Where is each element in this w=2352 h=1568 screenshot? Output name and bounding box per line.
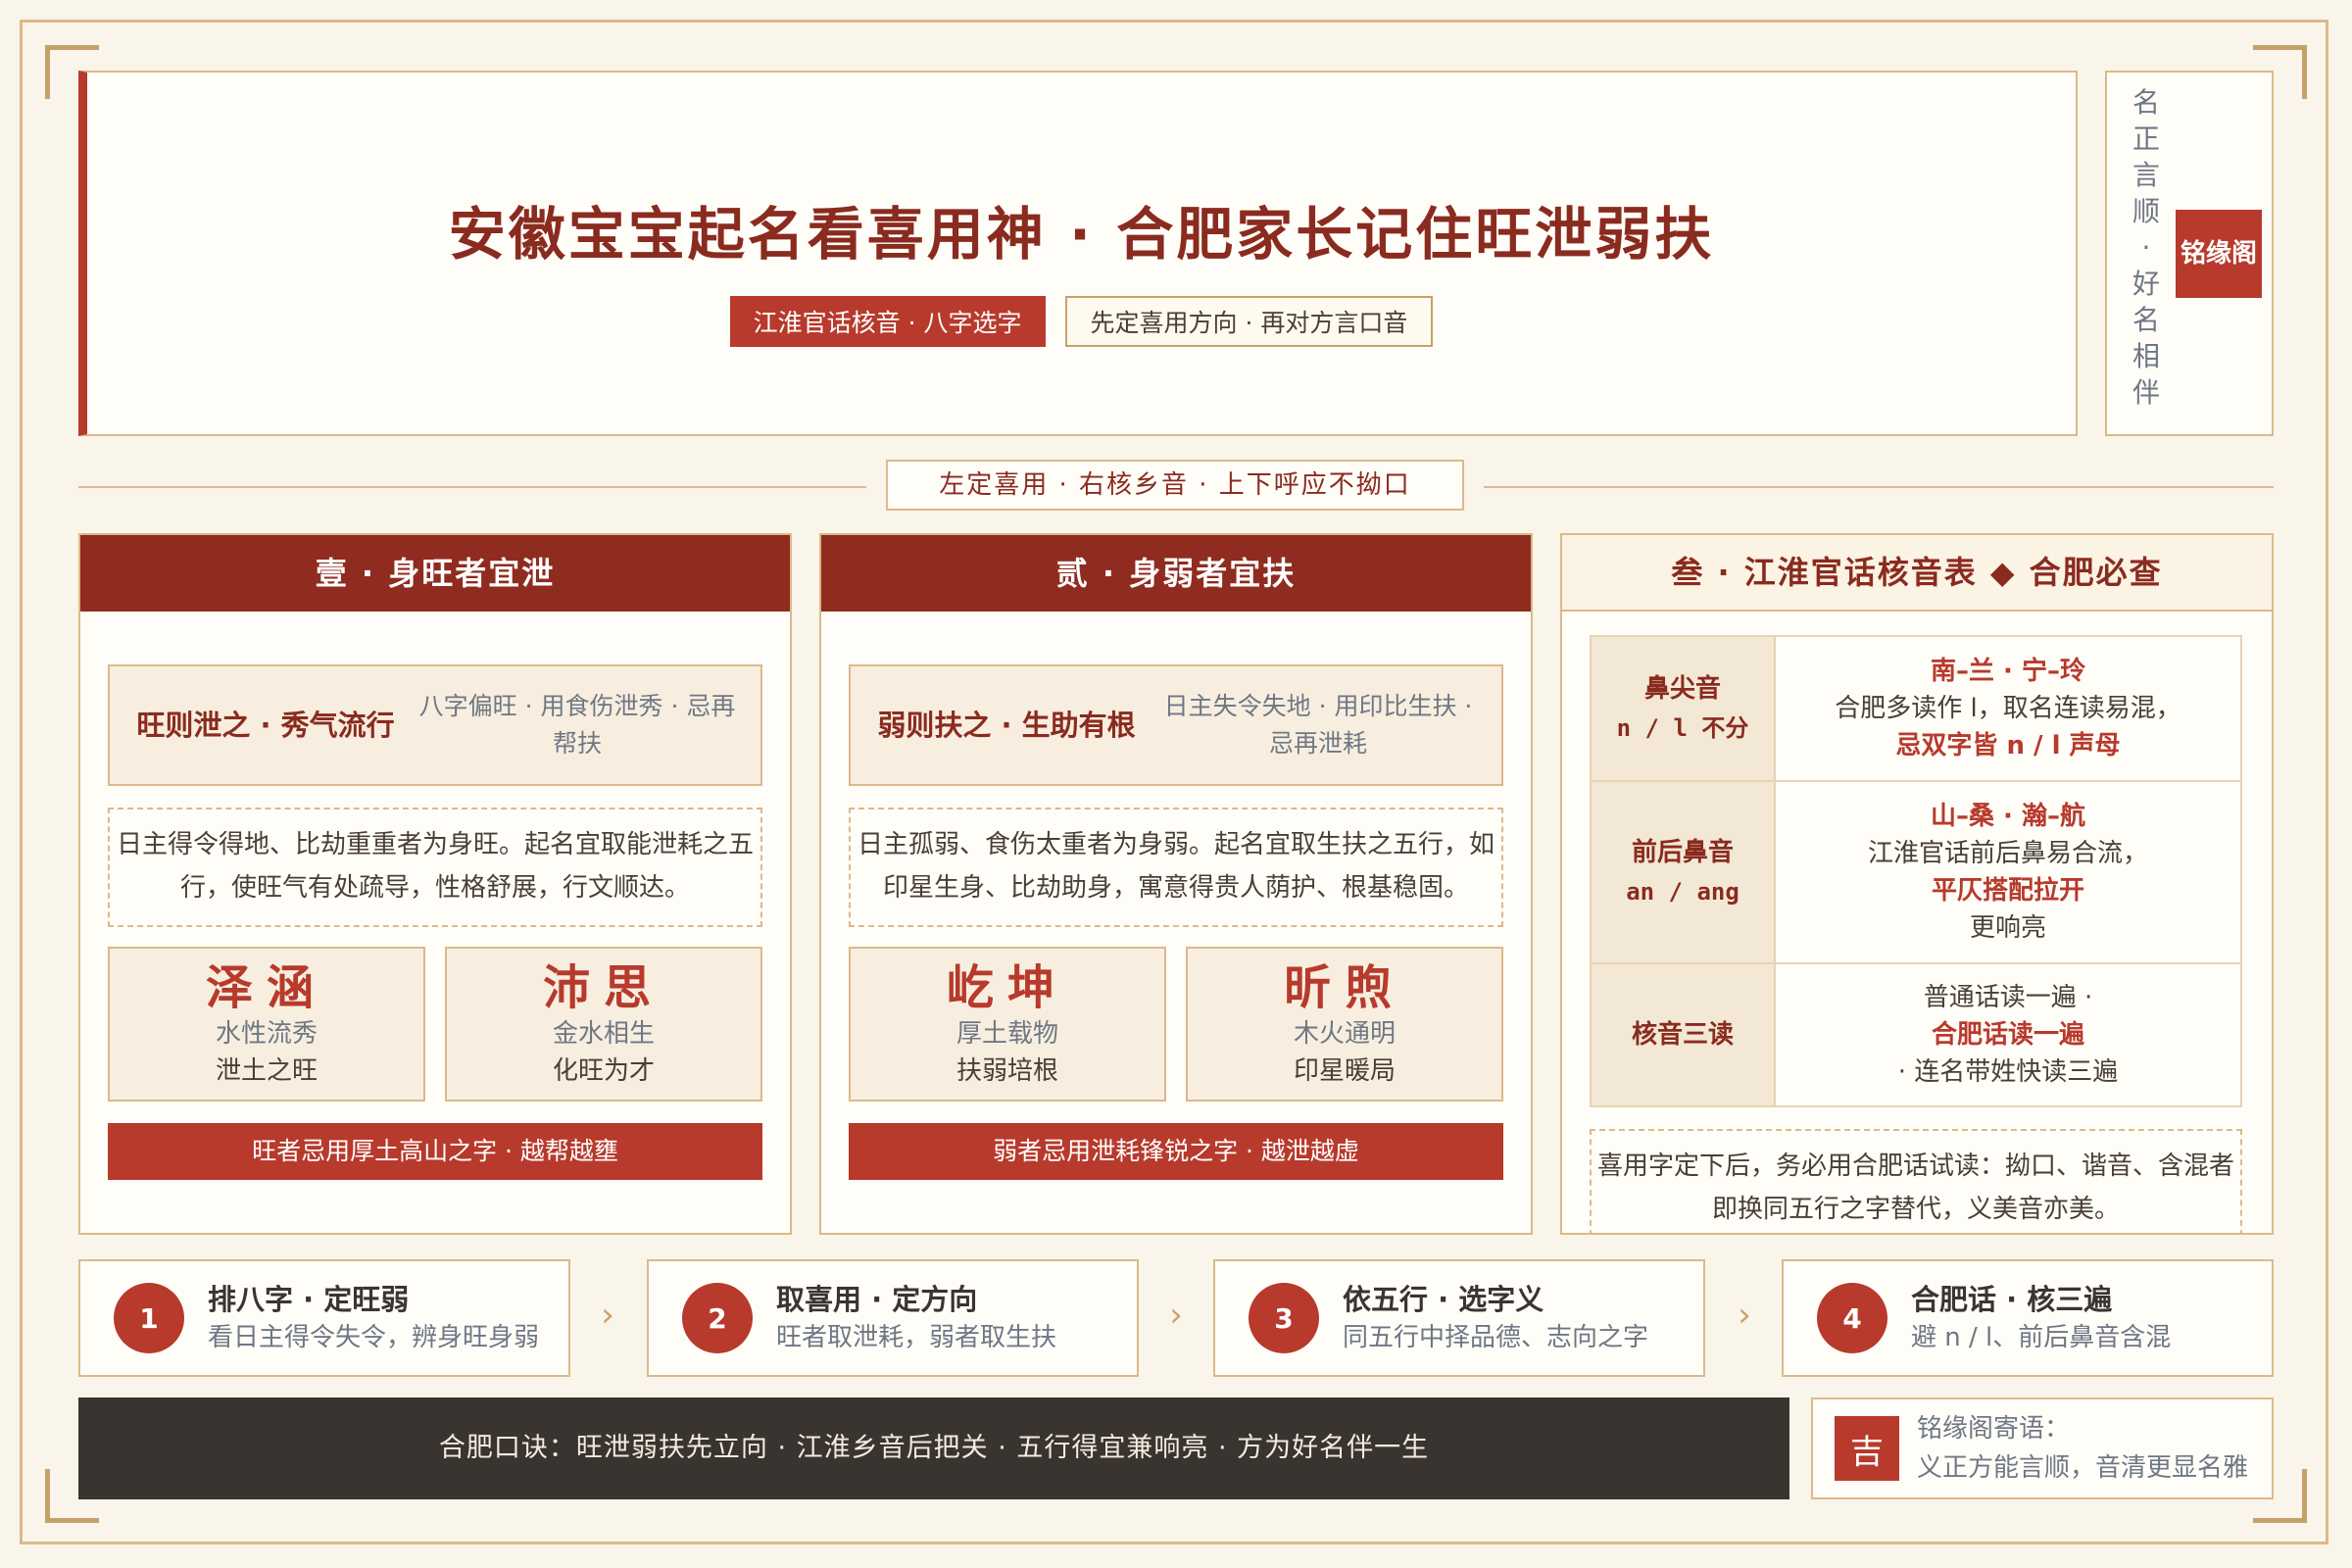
row-label-main: 核音三读 [1631, 1020, 1734, 1050]
blessing-icon: 吉 [1835, 1416, 1899, 1481]
tag-dialect: 江淮官话核音 · 八字选字 [729, 296, 1046, 347]
step-desc: 同五行中择品德、志向之字 [1343, 1323, 1649, 1352]
table-row: 前后鼻音 an / ang 山–桑 · 瀚–航 江淮官话前后鼻易合流， 平仄搭配… [1592, 782, 2240, 964]
tag-method: 先定喜用方向 · 再对方言口音 [1064, 296, 1434, 347]
blessing-text: 义正方能言顺，音清更显名雅 [1917, 1453, 2249, 1483]
panel-weak: 贰 · 身弱者宜扶 弱则扶之 · 生助有根 日主失令失地 · 用印比生扶 · 忌… [819, 533, 1533, 1235]
step-number: 2 [682, 1283, 753, 1353]
chevron-right-icon: › [601, 1296, 614, 1335]
panel-pronunciation-title: 叁 · 江淮官话核音表 ◆ 合肥必查 [1562, 535, 2272, 612]
row-label: 鼻尖音 n / l 不分 [1592, 637, 1776, 780]
row-label-main: 前后鼻音 [1631, 838, 1734, 867]
motto: 左定喜用 · 右核乡音 · 上下呼应不拗口 [886, 460, 1464, 511]
row-content: 山–桑 · 瀚–航 江淮官话前后鼻易合流， 平仄搭配拉开 更响亮 [1776, 782, 2240, 962]
header-tags: 江淮官话核音 · 八字选字 先定喜用方向 · 再对方言口音 [87, 296, 2076, 347]
row-example: 山–桑 · 瀚–航 [1931, 802, 2085, 831]
panel-weak-principle: 弱则扶之 · 生助有根 [877, 709, 1136, 742]
row-step-3: · 连名带姓快读三遍 [1897, 1057, 2119, 1087]
blessing-box: 吉 铭缘阁寄语： 义正方能言顺，音清更显名雅 [1811, 1397, 2274, 1499]
name-card: 泽涵 水性流秀 泄土之旺 [108, 947, 425, 1102]
panel-strong-warning: 旺者忌用厚土高山之字 · 越帮越壅 [108, 1123, 762, 1180]
row-label: 核音三读 [1592, 964, 1776, 1105]
name-example: 泽涵 [205, 960, 327, 1015]
step-title: 取喜用 · 定方向 [776, 1283, 978, 1316]
panel-strong-title: 壹 · 身旺者宜泄 [80, 535, 790, 612]
row-explanation: 合肥多读作 l，取名连读易混， [1835, 694, 2181, 723]
panel-strong-principle-note: 八字偏旺 · 用食伤泄秀 · 忌再帮扶 [418, 692, 736, 758]
pronunciation-table: 鼻尖音 n / l 不分 南–兰 · 宁–玲 合肥多读作 l，取名连读易混， 忌… [1590, 635, 2242, 1107]
step-card: 2 取喜用 · 定方向 旺者取泄耗，弱者取生扶 [647, 1259, 1139, 1377]
name-example: 沛思 [542, 960, 664, 1015]
step-card: 4 合肥话 · 核三遍 避 n / l、前后鼻音含混 [1782, 1259, 2274, 1377]
row-label-sub: an / ang [1626, 878, 1740, 906]
name-effect: 泄土之旺 [215, 1056, 318, 1086]
panel-pronunciation: 叁 · 江淮官话核音表 ◆ 合肥必查 鼻尖音 n / l 不分 南–兰 · 宁–… [1560, 533, 2274, 1235]
row-label-main: 鼻尖音 [1643, 674, 1721, 704]
panel-strong-description: 日主得令得地、比劫重重者为身旺。起名宜取能泄耗之五行，使旺气有处疏导，性格舒展，… [108, 808, 762, 927]
row-rule: 忌双字皆 n / l 声母 [1895, 731, 2121, 760]
chevron-right-icon: › [1169, 1296, 1183, 1335]
blessing-title: 铭缘阁寄语： [1917, 1414, 2071, 1444]
table-row: 鼻尖音 n / l 不分 南–兰 · 宁–玲 合肥多读作 l，取名连读易混， 忌… [1592, 637, 2240, 782]
row-content: 普通话读一遍 · 合肥话读一遍 · 连名带姓快读三遍 [1776, 964, 2240, 1105]
row-content: 南–兰 · 宁–玲 合肥多读作 l，取名连读易混， 忌双字皆 n / l 声母 [1776, 637, 2240, 780]
name-effect: 印星暖局 [1293, 1056, 1396, 1086]
name-meaning: 水性流秀 [215, 1019, 318, 1049]
row-example: 南–兰 · 宁–玲 [1931, 657, 2085, 686]
name-meaning: 厚土载物 [956, 1019, 1058, 1049]
panel-strong-principle: 旺则泄之 · 秀气流行 [136, 709, 395, 742]
name-meaning: 木火通明 [1293, 1019, 1396, 1049]
seal-stamp: 铭缘阁 [2176, 210, 2262, 298]
name-meaning: 金水相生 [552, 1019, 655, 1049]
divider-right [1484, 486, 2274, 488]
step-desc: 旺者取泄耗，弱者取生扶 [776, 1323, 1057, 1352]
step-number: 3 [1249, 1283, 1319, 1353]
row-step-2: 合肥话读一遍 [1931, 1020, 2084, 1050]
panel-weak-subheader: 弱则扶之 · 生助有根 日主失令失地 · 用印比生扶 · 忌再泄耗 [849, 664, 1503, 786]
chevron-right-icon: › [1738, 1296, 1751, 1335]
row-rule: 平仄搭配拉开 [1931, 876, 2084, 906]
name-example: 昕煦 [1283, 960, 1405, 1015]
divider-left [78, 486, 866, 488]
row-explanation: 江淮官话前后鼻易合流， [1867, 839, 2148, 868]
name-card: 屹坤 厚土载物 扶弱培根 [849, 947, 1166, 1102]
pronunciation-note: 喜用字定下后，务必用合肥话试读：拗口、谐音、含混者即换同五行之字替代，义美音亦美… [1590, 1129, 2242, 1233]
row-step-1: 普通话读一遍 · [1923, 983, 2093, 1012]
panel-strong: 壹 · 身旺者宜泄 旺则泄之 · 秀气流行 八字偏旺 · 用食伤泄秀 · 忌再帮… [78, 533, 792, 1235]
panel-weak-title: 贰 · 身弱者宜扶 [821, 535, 1531, 612]
panel-strong-subheader: 旺则泄之 · 秀气流行 八字偏旺 · 用食伤泄秀 · 忌再帮扶 [108, 664, 762, 786]
panel-weak-principle-note: 日主失令失地 · 用印比生扶 · 忌再泄耗 [1163, 692, 1473, 758]
name-effect: 扶弱培根 [956, 1056, 1058, 1086]
name-effect: 化旺为才 [552, 1056, 655, 1086]
row-rule-suffix: 更响亮 [1969, 913, 2046, 943]
step-desc: 看日主得令失令，辨身旺身弱 [208, 1323, 540, 1352]
row-label: 前后鼻音 an / ang [1592, 782, 1776, 962]
step-title: 合肥话 · 核三遍 [1911, 1283, 2113, 1316]
step-number: 1 [114, 1283, 184, 1353]
header-banner: 安徽宝宝起名看喜用神 · 合肥家长记住旺泄弱扶 江淮官话核音 · 八字选字 先定… [78, 71, 2078, 436]
name-card: 昕煦 木火通明 印星暖局 [1186, 947, 1503, 1102]
name-card: 沛思 金水相生 化旺为才 [445, 947, 762, 1102]
panel-weak-description: 日主孤弱、食伤太重者为身弱。起名宜取生扶之五行，如印星生身、比劫助身，寓意得贵人… [849, 808, 1503, 927]
page-title: 安徽宝宝起名看喜用神 · 合肥家长记住旺泄弱扶 [448, 201, 1715, 268]
row-label-sub: n / l 不分 [1616, 714, 1749, 742]
seal-vertical-text: 名正言顺 · 好名相伴 [2132, 86, 2160, 409]
step-title: 排八字 · 定旺弱 [208, 1283, 410, 1316]
seal-box: 名正言顺 · 好名相伴 铭缘阁 [2105, 71, 2274, 436]
footer-motto: 合肥口诀：旺泄弱扶先立向 · 江淮乡音后把关 · 五行得宜兼响亮 · 方为好名伴… [78, 1397, 1789, 1499]
step-title: 依五行 · 选字义 [1343, 1283, 1544, 1316]
step-desc: 避 n / l、前后鼻音含混 [1911, 1323, 2172, 1352]
panel-weak-warning: 弱者忌用泄耗锋锐之字 · 越泄越虚 [849, 1123, 1503, 1180]
table-row: 核音三读 普通话读一遍 · 合肥话读一遍 · 连名带姓快读三遍 [1592, 964, 2240, 1105]
step-card: 1 排八字 · 定旺弱 看日主得令失令，辨身旺身弱 [78, 1259, 570, 1377]
step-card: 3 依五行 · 选字义 同五行中择品德、志向之字 [1213, 1259, 1705, 1377]
name-example: 屹坤 [946, 960, 1068, 1015]
step-number: 4 [1817, 1283, 1887, 1353]
